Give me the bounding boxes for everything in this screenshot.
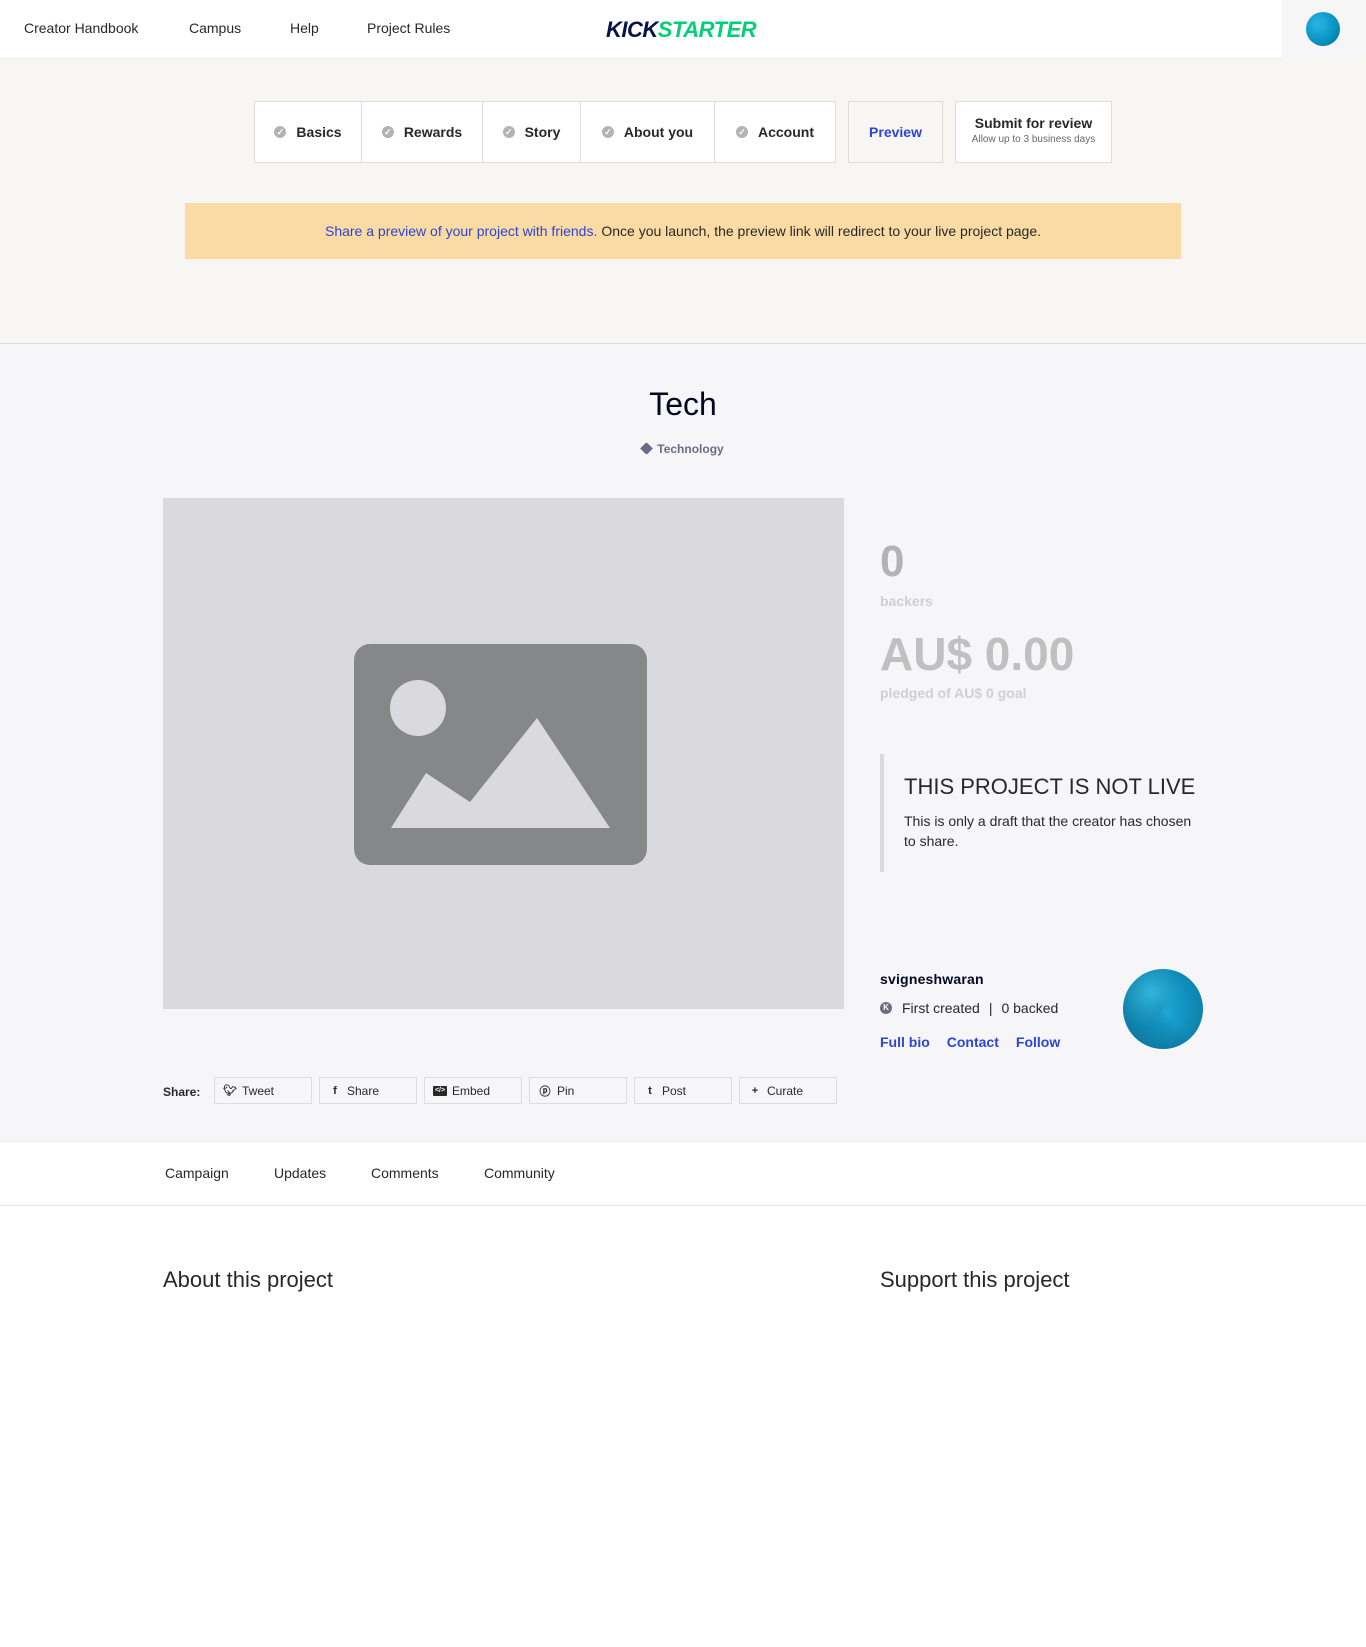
share-button-label: Curate — [767, 1083, 804, 1098]
pinterest-icon: ⓟ — [539, 1085, 551, 1098]
first-created: First created — [902, 1000, 980, 1016]
share-button-label: Post — [662, 1083, 687, 1098]
project-category[interactable]: Technology — [0, 442, 1366, 456]
backers-label: backers — [880, 593, 933, 609]
step-story[interactable]: ✓ Story — [483, 102, 581, 162]
creator-links: Full bio Contact Follow — [880, 1034, 1077, 1050]
check-circle-icon: ✓ — [502, 126, 515, 138]
preview-label: Preview — [869, 124, 922, 140]
project-tabs: Campaign Updates Comments Community — [0, 1141, 1366, 1206]
tab-community[interactable]: Community — [484, 1165, 555, 1181]
backed-count: 0 backed — [1001, 1000, 1059, 1016]
follow-link[interactable]: Follow — [1016, 1034, 1060, 1050]
step-label: Story — [524, 124, 561, 140]
tweet-button[interactable]: 🐦︎ Tweet — [214, 1077, 312, 1104]
step-basics[interactable]: ✓ Basics — [255, 102, 362, 162]
submit-label: Submit for review — [974, 115, 1093, 131]
kickstarter-k-icon: K — [880, 1002, 892, 1014]
full-bio-link[interactable]: Full bio — [880, 1034, 930, 1050]
step-label: Rewards — [403, 124, 463, 140]
logo-kick: KICK — [606, 17, 658, 42]
preview-button[interactable]: Preview — [848, 101, 943, 163]
banner-text: Once you launch, the preview link will r… — [601, 223, 1042, 239]
meta-separator: | — [988, 1000, 993, 1016]
support-project-heading: Support this project — [880, 1267, 1070, 1292]
not-live-notice: THIS PROJECT IS NOT LIVE This is only a … — [880, 754, 1210, 872]
tab-updates[interactable]: Updates — [274, 1165, 326, 1181]
pledged-amount: AU$ 0.00 — [880, 628, 1075, 680]
step-label: Account — [758, 124, 814, 140]
creator-name[interactable]: svigneshwaran — [880, 971, 984, 987]
check-circle-icon: ✓ — [381, 126, 394, 138]
submit-for-review-button[interactable]: Submit for review Allow up to 3 business… — [955, 101, 1112, 163]
embed-button[interactable]: </> Embed — [424, 1077, 522, 1104]
step-label: Basics — [296, 124, 342, 140]
nav-project-rules[interactable]: Project Rules — [367, 20, 450, 36]
tag-icon — [640, 442, 654, 456]
creator-meta: K First created | 0 backed — [880, 1000, 1058, 1016]
facebook-icon: f — [333, 1084, 337, 1097]
tumblr-icon: t — [648, 1084, 652, 1097]
step-rewards[interactable]: ✓ Rewards — [362, 102, 483, 162]
share-button-label: Share — [347, 1083, 380, 1098]
share-button-label: Pin — [557, 1083, 575, 1098]
tab-comments[interactable]: Comments — [371, 1165, 439, 1181]
not-live-text: This is only a draft that the creator ha… — [904, 813, 1192, 849]
about-project-heading: About this project — [163, 1267, 333, 1292]
plus-icon: + — [751, 1084, 759, 1097]
not-live-title: THIS PROJECT IS NOT LIVE — [904, 774, 1196, 799]
step-about-you[interactable]: ✓ About you — [581, 102, 715, 162]
user-avatar[interactable] — [1306, 12, 1340, 46]
share-label: Share: — [163, 1085, 201, 1099]
check-circle-icon: ✓ — [274, 126, 287, 138]
kickstarter-logo[interactable]: KICKSTARTER — [606, 17, 757, 43]
logo-starter: STARTER — [657, 17, 757, 42]
step-account[interactable]: ✓ Account — [715, 102, 835, 162]
facebook-share-button[interactable]: f Share — [319, 1077, 417, 1104]
curate-button[interactable]: + Curate — [739, 1077, 837, 1104]
category-label: Technology — [657, 442, 724, 456]
share-button-label: Tweet — [242, 1083, 275, 1098]
preview-share-banner: Share a preview of your project with fri… — [185, 203, 1181, 259]
twitter-icon: 🐦︎ — [223, 1085, 237, 1097]
submit-sublabel: Allow up to 3 business days — [971, 134, 1096, 145]
tab-campaign[interactable]: Campaign — [165, 1165, 229, 1181]
build-steps-nav: ✓ Basics ✓ Rewards ✓ Story ✓ About you ✓ Acco… — [254, 101, 836, 163]
share-preview-link[interactable]: Share a preview of your project with fri… — [325, 223, 597, 239]
pin-button[interactable]: ⓟ Pin — [529, 1077, 627, 1104]
contact-link[interactable]: Contact — [947, 1034, 999, 1050]
check-circle-icon: ✓ — [736, 126, 748, 138]
nav-creator-handbook[interactable]: Creator Handbook — [24, 20, 138, 36]
tumblr-post-button[interactable]: t Post — [634, 1077, 732, 1104]
project-title: Tech — [649, 386, 717, 422]
step-label: About you — [623, 124, 694, 140]
nav-help[interactable]: Help — [290, 20, 319, 36]
image-placeholder-icon — [354, 644, 647, 865]
embed-icon: </> — [433, 1085, 447, 1096]
creator-avatar[interactable] — [1123, 969, 1203, 1049]
nav-campus[interactable]: Campus — [189, 20, 241, 36]
backers-count: 0 — [880, 537, 905, 586]
top-navigation: Creator Handbook Campus Help Project Rul… — [0, 0, 1366, 59]
share-button-label: Embed — [452, 1083, 491, 1098]
pledged-label: pledged of AU$ 0 goal — [880, 685, 1027, 701]
check-circle-icon: ✓ — [601, 126, 614, 138]
